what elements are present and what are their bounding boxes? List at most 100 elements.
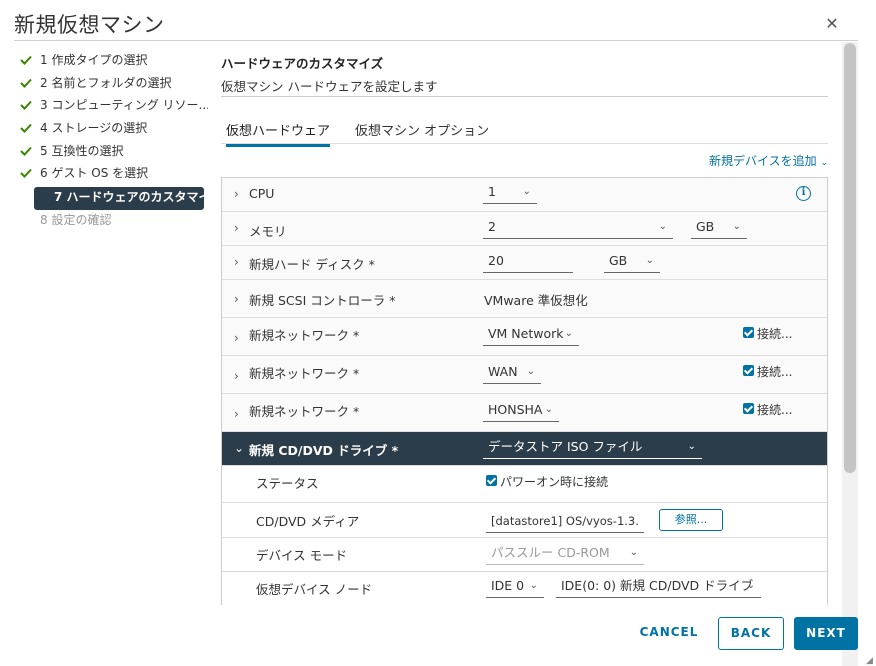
checkmark-icon	[20, 123, 32, 134]
next-button[interactable]: NEXT	[794, 617, 858, 650]
tab-bar: 仮想ハードウェア 仮想マシン オプション	[221, 114, 828, 147]
chevron-right-icon[interactable]: ›	[234, 221, 239, 235]
memory-value: 2	[488, 219, 496, 234]
ide-bus-value: IDE 0	[491, 578, 525, 593]
cddvd-node-row: 仮想デバイス ノード IDE 0 ⌄ IDE(0: 0) 新規 CD/DVD ド…	[222, 572, 827, 605]
hw-row-memory[interactable]: › メモリ 2 ⌄ GB ⌄	[222, 212, 827, 246]
step-6[interactable]: 6 ゲスト OS を選択	[18, 163, 208, 186]
close-icon[interactable]: ✕	[824, 16, 840, 32]
chevron-right-icon[interactable]: ›	[234, 255, 239, 269]
memory-unit-select[interactable]: GB ⌄	[691, 217, 747, 239]
chevron-down-icon: ⌄	[629, 547, 638, 558]
connect-label: 接続...	[757, 365, 793, 379]
checkmark-icon	[20, 78, 32, 88]
network-value: WAN	[488, 364, 518, 379]
cddvd-type-select[interactable]: データストア ISO ファイル ⌄	[483, 437, 702, 459]
connect-label: 接続...	[757, 403, 793, 417]
network-value: VM Network	[488, 326, 564, 341]
step-label: 7 ハードウェアのカスタマイズ	[54, 190, 204, 205]
chevron-down-icon: ⌄	[526, 366, 535, 377]
device-mode-value: パススルー CD-ROM	[491, 545, 610, 560]
browse-button[interactable]: 参照...	[659, 509, 723, 531]
back-button[interactable]: BACK	[718, 617, 784, 650]
scrollbar-thumb[interactable]	[844, 43, 856, 473]
hw-label: 新規ネットワーク *	[249, 366, 360, 381]
chevron-down-icon: ⌄	[522, 186, 531, 197]
connect-checkbox[interactable]	[743, 327, 754, 338]
step-label: 6 ゲスト OS を選択	[40, 166, 149, 181]
iso-path-input[interactable]: [datastore1] OS/vyos-1.3.	[486, 511, 644, 533]
power-on-connect-checkbox[interactable]	[486, 475, 497, 486]
chevron-right-icon[interactable]: ›	[234, 369, 239, 383]
step-1[interactable]: 1 作成タイプの選択	[18, 50, 208, 73]
ide-device-value: IDE(0: 0) 新規 CD/DVD ドライブ	[561, 578, 754, 593]
step-label: 2 名前とフォルダの選択	[40, 75, 172, 90]
chevron-down-icon: ⌄	[687, 441, 696, 452]
connect-checkbox[interactable]	[743, 365, 754, 376]
chevron-right-icon[interactable]: ›	[234, 187, 239, 201]
step-7[interactable]: 7 ハードウェアのカスタマイズ	[34, 187, 204, 210]
hw-label: 新規 SCSI コントローラ *	[249, 293, 396, 308]
cancel-button[interactable]: CANCEL	[630, 617, 708, 650]
chevron-down-icon: ⌄	[645, 255, 654, 266]
step-5[interactable]: 5 互換性の選択	[18, 141, 208, 164]
sub-label: CD/DVD メディア	[256, 514, 360, 529]
iso-path-value: [datastore1] OS/vyos-1.3.	[491, 514, 639, 528]
step-4[interactable]: 4 ストレージの選択	[18, 118, 208, 141]
hw-row-network[interactable]: › 新規ネットワーク * VM Network ⌄ 接続...	[222, 318, 827, 356]
step-2[interactable]: 2 名前とフォルダの選択	[18, 73, 208, 96]
memory-input[interactable]: 2 ⌄	[483, 217, 673, 239]
hw-row-cddvd[interactable]: ⌄ 新規 CD/DVD ドライブ * データストア ISO ファイル ⌄	[222, 432, 827, 466]
sub-label: ステータス	[256, 476, 319, 491]
checkmark-icon	[20, 55, 32, 65]
step-label: 3 コンピューティング リソー...	[40, 98, 208, 113]
cpu-select[interactable]: 1 ⌄	[483, 182, 537, 204]
hw-label: メモリ	[249, 224, 287, 239]
chevron-right-icon[interactable]: ›	[234, 292, 239, 306]
add-device-link[interactable]: 新規デバイスを追加 ⌄	[709, 152, 828, 169]
power-on-connect-label: パワーオン時に接続	[500, 475, 609, 489]
resize-handle-icon[interactable]: ◢	[866, 656, 873, 666]
hw-row-network[interactable]: › 新規ネットワーク * WAN ⌄ 接続...	[222, 356, 827, 394]
hw-row-network[interactable]: › 新規ネットワーク * HONSHA ⌄ 接続...	[222, 394, 827, 432]
connect-checkbox[interactable]	[743, 403, 754, 414]
connect-label: 接続...	[757, 327, 793, 341]
network-select[interactable]: VM Network ⌄	[483, 324, 579, 346]
ide-bus-select[interactable]: IDE 0 ⌄	[486, 576, 544, 598]
network-select[interactable]: HONSHA ⌄	[483, 400, 559, 422]
step-8: 8 設定の確認	[18, 210, 208, 233]
chevron-down-icon: ⌄	[658, 221, 667, 232]
checkmark-icon	[20, 146, 32, 156]
title-divider	[14, 40, 858, 41]
hardware-grid: › CPU 1 ⌄ i › メモリ 2 ⌄ GB ⌄ › 新規ハード ディスク …	[221, 177, 828, 605]
disk-unit: GB	[609, 253, 628, 268]
hw-row-disk[interactable]: › 新規ハード ディスク * 20 GB ⌄	[222, 246, 827, 280]
ide-device-select[interactable]: IDE(0: 0) 新規 CD/DVD ドライブ ⌄	[556, 576, 761, 598]
hw-label: 新規ハード ディスク *	[249, 257, 375, 272]
cddvd-status-row: ステータス パワーオン時に接続	[222, 466, 827, 503]
step-label: 5 互換性の選択	[40, 143, 124, 158]
sub-label: デバイス モード	[256, 548, 348, 563]
disk-size-input[interactable]: 20	[483, 251, 573, 273]
network-select[interactable]: WAN ⌄	[483, 362, 541, 384]
tab-vm-options[interactable]: 仮想マシン オプション	[355, 120, 489, 139]
chevron-right-icon[interactable]: ›	[234, 407, 239, 421]
tab-virtual-hardware[interactable]: 仮想ハードウェア	[226, 120, 331, 147]
step-label: 1 作成タイプの選択	[40, 53, 148, 67]
info-icon[interactable]: i	[796, 186, 811, 201]
hw-row-scsi[interactable]: › 新規 SCSI コントローラ * VMware 準仮想化	[222, 280, 827, 318]
section-divider	[221, 96, 828, 97]
chevron-right-icon[interactable]: ›	[234, 331, 239, 345]
step-label: 8 設定の確認	[40, 212, 112, 227]
hw-row-cpu[interactable]: › CPU 1 ⌄ i	[222, 178, 827, 212]
chevron-down-icon: ⌄	[820, 158, 828, 168]
step-3[interactable]: 3 コンピューティング リソー...	[18, 95, 208, 118]
chevron-down-icon: ⌄	[544, 404, 553, 415]
chevron-down-icon: ⌄	[529, 580, 538, 591]
chevron-down-icon: ⌄	[564, 328, 573, 339]
cddvd-type-value: データストア ISO ファイル	[488, 439, 643, 454]
dialog-title: 新規仮想マシン	[14, 13, 165, 37]
chevron-down-icon[interactable]: ⌄	[234, 441, 244, 455]
cddvd-media-row: CD/DVD メディア [datastore1] OS/vyos-1.3. 参照…	[222, 503, 827, 538]
disk-unit-select[interactable]: GB ⌄	[604, 251, 660, 273]
